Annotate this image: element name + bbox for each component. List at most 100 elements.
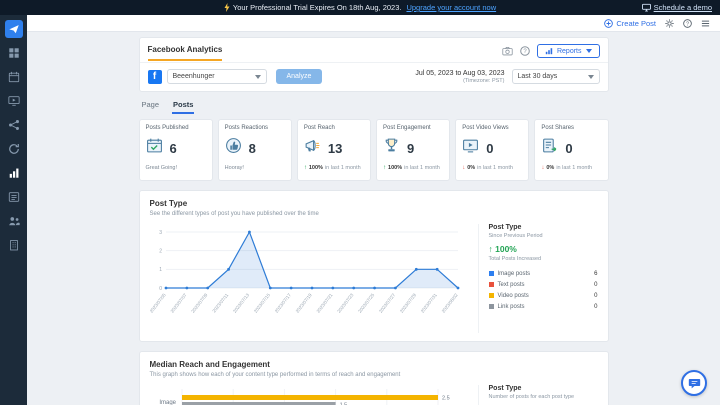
account-select[interactable]: Beeenhunger xyxy=(166,69,267,84)
users-icon[interactable] xyxy=(5,212,23,230)
svg-text:1: 1 xyxy=(159,267,162,273)
facebook-logo-icon: f xyxy=(147,69,162,84)
stat-label: Posts Published xyxy=(145,125,189,131)
snapshot-camera-icon[interactable] xyxy=(502,46,513,56)
svg-text:2023/07/25: 2023/07/25 xyxy=(357,292,375,314)
dashboard-grid-icon[interactable] xyxy=(5,44,23,62)
stat-note: Great Going! xyxy=(145,165,178,171)
legend-item-image-posts: Image posts 6 xyxy=(488,268,598,279)
menu-icon[interactable] xyxy=(701,19,710,28)
stat-label: Post Reach xyxy=(303,125,335,131)
svg-text:3: 3 xyxy=(159,230,162,236)
legend-swatch xyxy=(488,282,494,287)
gear-icon[interactable] xyxy=(665,18,674,28)
share-nodes-icon[interactable] xyxy=(5,116,23,134)
svg-text:0: 0 xyxy=(159,286,162,292)
create-post-button[interactable]: Create Post xyxy=(604,19,656,28)
chevron-down-icon xyxy=(587,74,594,79)
svg-text:2023/07/27: 2023/07/27 xyxy=(378,292,396,314)
sidebar-nav xyxy=(0,15,27,405)
help-icon[interactable]: ? xyxy=(520,46,530,56)
paper-plane-icon[interactable] xyxy=(4,20,23,38)
card-title: Median Reach and Engagement xyxy=(149,360,270,369)
reports-label: Reports xyxy=(556,47,582,55)
refresh-icon[interactable] xyxy=(5,140,23,158)
svg-text:2: 2 xyxy=(159,248,162,254)
svg-text:2023/07/15: 2023/07/15 xyxy=(252,292,270,314)
legend-swatch xyxy=(488,293,494,298)
demo-monitor-icon xyxy=(641,3,651,12)
legend-swatch xyxy=(488,271,494,276)
stat-label: Post Shares xyxy=(541,125,575,131)
analyze-button[interactable]: Analyze xyxy=(275,69,323,84)
schedule-demo-label: Schedule a demo xyxy=(653,3,712,12)
stat-trend: ↓ 0% in last 1 month xyxy=(541,165,593,171)
trend-value: ↑ 100% xyxy=(488,244,517,254)
median-reach-engagement-card: Median Reach and Engagement This graph s… xyxy=(138,351,609,405)
stat-trend: ↓ 0% in last 1 month xyxy=(462,165,513,171)
median-bar-chart: Image2.51.5Text xyxy=(159,389,450,405)
trend-note: Total Posts Increased xyxy=(488,256,542,262)
svg-text:2023/07/05: 2023/07/05 xyxy=(150,292,167,314)
trial-banner: Your Professional Trial Expires On 18th … xyxy=(0,0,720,15)
stat-card-post-engagement: Post Engagement 9 ↑ 100% in last 1 month xyxy=(376,119,451,181)
panel-subtitle: Since Previous Period xyxy=(488,233,543,239)
calendar-nav-icon[interactable] xyxy=(5,68,23,86)
thumbs-up-icon xyxy=(225,137,242,159)
panel-title: Post Type xyxy=(488,385,522,392)
plus-circle-icon xyxy=(604,18,614,28)
post-type-legend: Image posts 6 Text posts 0 Video posts 0… xyxy=(488,268,598,312)
main-area: Create Post ? Facebook Analytics ? Repor… xyxy=(27,15,720,405)
stat-label: Post Engagement xyxy=(383,125,431,131)
trend-up-icon: ↑ xyxy=(383,165,387,171)
post-type-line-chart: 01232023/07/05 2023/07/07 2023/07/09 2023/0… xyxy=(148,230,459,314)
calendar-icon xyxy=(146,137,163,159)
schedule-demo-link[interactable]: Schedule a demo xyxy=(641,0,712,15)
stat-value: 6 xyxy=(169,140,177,156)
analytics-chart-icon[interactable] xyxy=(5,164,23,182)
feed-list-icon[interactable] xyxy=(5,188,23,206)
trend-down-icon: ↓ xyxy=(462,165,466,171)
chevron-down-icon xyxy=(585,49,592,53)
card-subtitle: See the different types of post you have… xyxy=(149,211,319,217)
post-type-card: Post Type See the different types of pos… xyxy=(138,190,609,342)
svg-text:2023/07/09: 2023/07/09 xyxy=(190,292,208,314)
stat-card-post-video-views: Post Video Views 0 ↓ 0% in last 1 month xyxy=(455,119,530,181)
trial-banner-message: Your Professional Trial Expires On 18th … xyxy=(0,3,720,12)
legend-item-video-posts: Video posts 0 xyxy=(488,290,598,301)
svg-text:2023/07/23: 2023/07/23 xyxy=(336,292,354,314)
help-chat-button[interactable] xyxy=(681,370,707,396)
trend-up-icon: ↑ xyxy=(303,165,307,171)
upgrade-account-link[interactable]: Upgrade your account now xyxy=(406,3,496,12)
median-summary-panel: Post Type Number of posts for each post … xyxy=(477,385,598,405)
stat-card-post-reach: Post Reach 13 ↑ 100% in last 1 month xyxy=(296,119,372,181)
megaphone-icon xyxy=(304,137,321,159)
svg-text:2023/07/11: 2023/07/11 xyxy=(211,292,229,313)
svg-text:2.5: 2.5 xyxy=(442,396,450,402)
svg-text:2023/07/29: 2023/07/29 xyxy=(398,292,416,314)
building-icon[interactable] xyxy=(5,236,23,254)
help-circle-icon[interactable]: ? xyxy=(683,18,692,28)
app-frame: Create Post ? Facebook Analytics ? Repor… xyxy=(0,15,720,405)
card-subtitle: This graph shows how each of your conten… xyxy=(149,372,401,378)
svg-text:2023/07/07: 2023/07/07 xyxy=(169,292,187,314)
stat-trend: ↑ 100% in last 1 month xyxy=(383,165,440,171)
chat-bubble-icon xyxy=(688,378,700,388)
trend-up-icon: ↑ xyxy=(488,244,493,254)
tab-page[interactable]: Page xyxy=(141,99,161,114)
media-monitor-icon[interactable] xyxy=(5,92,23,110)
tab-posts[interactable]: Posts xyxy=(172,99,195,114)
timezone-text: (Timezone: PST) xyxy=(463,77,505,84)
svg-text:2023/07/21: 2023/07/21 xyxy=(315,292,333,314)
svg-text:2023/07/19: 2023/07/19 xyxy=(294,292,312,314)
period-select[interactable]: Last 30 days xyxy=(511,69,600,84)
analytics-header-card: Facebook Analytics ? Reports f Beeenhung… xyxy=(138,37,609,92)
stat-value: 13 xyxy=(327,140,343,156)
svg-text:2023/07/31: 2023/07/31 xyxy=(419,292,437,314)
stat-note: Hooray! xyxy=(224,165,244,171)
panel-title: Post Type xyxy=(488,224,522,231)
share-icon xyxy=(541,137,558,159)
reports-button[interactable]: Reports xyxy=(536,44,600,58)
content: Facebook Analytics ? Reports f Beeenhung… xyxy=(27,32,720,405)
svg-text:2023/07/13: 2023/07/13 xyxy=(232,292,250,314)
